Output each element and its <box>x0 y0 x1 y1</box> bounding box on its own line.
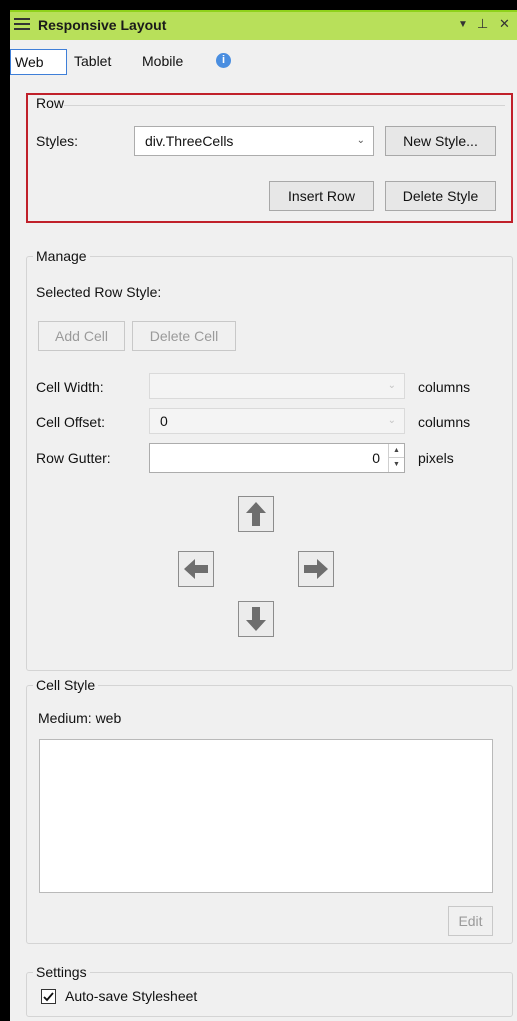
pin-icon[interactable]: ⊥ <box>477 16 488 32</box>
arrow-right-icon <box>304 559 328 579</box>
row-legend: Row <box>36 95 65 111</box>
selected-row-style-label: Selected Row Style: <box>36 284 162 300</box>
arrow-down-icon <box>246 607 266 631</box>
row-gutter-label: Row Gutter: <box>36 450 111 466</box>
delete-style-button[interactable]: Delete Style <box>385 181 496 211</box>
dropdown-arrow-icon[interactable]: ▼ <box>458 19 468 30</box>
hamburger-menu-icon[interactable] <box>14 18 30 32</box>
move-up-button[interactable] <box>238 496 274 532</box>
responsive-layout-panel: Responsive Layout ▼ ⊥ ✕ Web Tablet Mobil… <box>10 10 517 1021</box>
move-right-button[interactable] <box>298 551 334 587</box>
info-icon[interactable]: i <box>216 53 231 68</box>
checkmark-icon <box>43 992 54 1002</box>
cell-width-label: Cell Width: <box>36 379 104 395</box>
cell-style-group: Cell Style Medium: web Edit <box>26 677 513 944</box>
edit-button[interactable]: Edit <box>448 906 493 936</box>
move-down-button[interactable] <box>238 601 274 637</box>
tab-tablet[interactable]: Tablet <box>70 49 115 75</box>
delete-cell-button[interactable]: Delete Cell <box>132 321 236 351</box>
cell-offset-label: Cell Offset: <box>36 414 105 430</box>
styles-select-value: div.ThreeCells <box>145 133 234 149</box>
cell-width-unit: columns <box>418 379 471 395</box>
cell-offset-value: 0 <box>160 413 168 429</box>
autosave-checkbox[interactable] <box>41 989 56 1004</box>
cell-width-select[interactable]: ⌄ <box>149 373 405 399</box>
new-style-button[interactable]: New Style... <box>385 126 496 156</box>
spin-down-icon[interactable]: ▼ <box>389 458 404 472</box>
chevron-down-icon: ⌄ <box>387 415 396 426</box>
insert-row-button[interactable]: Insert Row <box>269 181 374 211</box>
tab-mobile[interactable]: Mobile <box>138 49 187 75</box>
manage-legend: Manage <box>33 248 90 264</box>
styles-select[interactable]: div.ThreeCells ⌄ <box>134 126 374 156</box>
panel-title: Responsive Layout <box>38 17 167 33</box>
move-left-button[interactable] <box>178 551 214 587</box>
panel-title-bar: Responsive Layout ▼ ⊥ ✕ <box>10 10 517 40</box>
tab-web[interactable]: Web <box>10 49 67 75</box>
close-icon[interactable]: ✕ <box>499 16 510 32</box>
cell-style-legend: Cell Style <box>33 677 99 693</box>
row-legend-divider <box>64 105 505 106</box>
chevron-down-icon: ⌄ <box>356 135 365 146</box>
settings-legend: Settings <box>33 964 90 980</box>
spin-up-icon[interactable]: ▲ <box>389 444 404 458</box>
row-gutter-spinner[interactable]: ▲ ▼ <box>388 444 404 472</box>
row-gutter-unit: pixels <box>418 450 454 466</box>
cell-offset-unit: columns <box>418 414 471 430</box>
medium-label: Medium: web <box>38 710 122 726</box>
row-gutter-value: 0 <box>372 450 380 466</box>
cell-style-text-area[interactable] <box>39 739 493 893</box>
arrow-up-icon <box>246 502 266 526</box>
manage-group: Manage Selected Row Style: Add Cell Dele… <box>26 248 513 671</box>
row-group: Row Styles: div.ThreeCells ⌄ New Style..… <box>26 93 513 223</box>
row-gutter-input[interactable]: 0 ▲ ▼ <box>149 443 405 473</box>
settings-group: Settings Auto-save Stylesheet <box>26 964 513 1017</box>
cell-offset-select[interactable]: 0 ⌄ <box>149 408 405 434</box>
chevron-down-icon: ⌄ <box>387 380 396 391</box>
styles-label: Styles: <box>36 133 79 149</box>
add-cell-button[interactable]: Add Cell <box>38 321 125 351</box>
autosave-label[interactable]: Auto-save Stylesheet <box>65 988 197 1004</box>
arrow-left-icon <box>184 559 208 579</box>
